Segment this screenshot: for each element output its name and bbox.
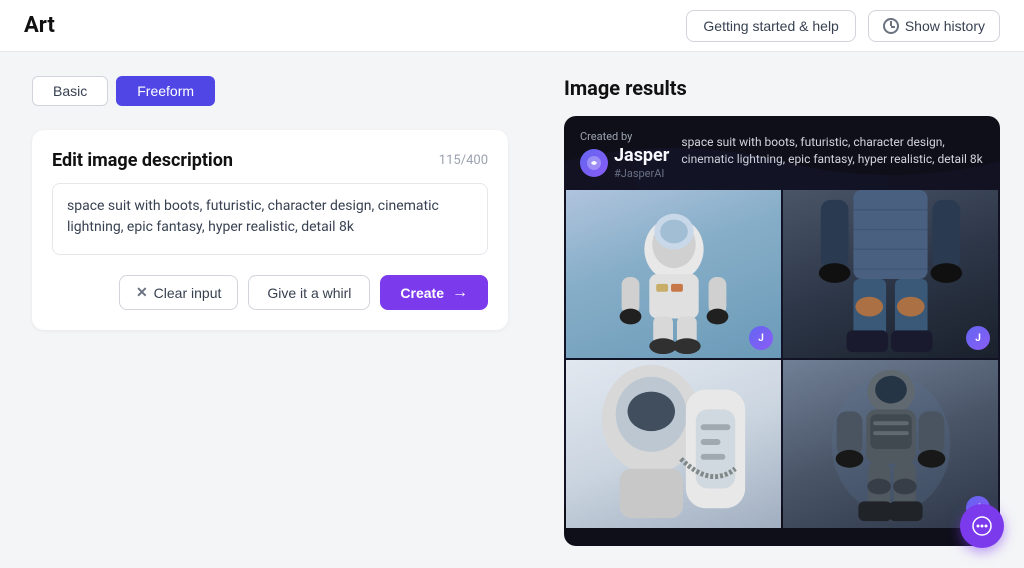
created-by-label: Created by — [580, 130, 669, 143]
x-icon: ✕ — [136, 284, 148, 301]
top-bar: Art Getting started & help Show history — [0, 0, 1024, 52]
tab-freeform[interactable]: Freeform — [116, 76, 215, 106]
right-panel: Image results Created by — [540, 52, 1024, 568]
image-cell-4: J — [783, 360, 998, 528]
chat-fab[interactable] — [960, 504, 1004, 548]
card-prompt-text: space suit with boots, futuristic, chara… — [681, 130, 984, 168]
create-button-label: Create — [400, 285, 444, 301]
main-layout: Basic Freeform Edit image description 11… — [0, 52, 1024, 568]
app-title: Art — [24, 13, 55, 38]
clock-icon — [883, 18, 899, 34]
char-count: 115/400 — [439, 153, 488, 168]
tabs-container: Basic Freeform — [32, 76, 508, 106]
jasper-branding: Jasper #JasperAI — [580, 145, 669, 180]
edit-header: Edit image description 115/400 — [52, 150, 488, 171]
description-textarea[interactable]: space suit with boots, futuristic, chara… — [52, 183, 488, 255]
image-cell-2: J — [783, 190, 998, 358]
card-header: Created by Jasper #JasperAI space suit w… — [564, 116, 1000, 190]
edit-section: Edit image description 115/400 space sui… — [32, 130, 508, 330]
jasper-badge-1: J — [749, 326, 773, 350]
jasper-name: Jasper — [614, 145, 669, 166]
image-grid: J — [564, 190, 1000, 530]
create-button[interactable]: Create → — [380, 275, 488, 310]
left-panel: Basic Freeform Edit image description 11… — [0, 52, 540, 568]
edit-title: Edit image description — [52, 150, 233, 171]
image-cell-1: J — [566, 190, 781, 358]
results-title: Image results — [564, 76, 1000, 100]
arrow-icon: → — [452, 284, 468, 302]
whirl-button[interactable]: Give it a whirl — [248, 275, 370, 310]
creator-info: Created by Jasper #JasperAI — [580, 130, 669, 180]
history-button[interactable]: Show history — [868, 10, 1000, 42]
clear-button[interactable]: ✕ Clear input — [119, 275, 238, 310]
jasper-badge-2: J — [966, 326, 990, 350]
results-card: Created by Jasper #JasperAI space suit w… — [564, 116, 1000, 546]
help-button[interactable]: Getting started & help — [686, 10, 855, 42]
jasper-handle: #JasperAI — [614, 167, 669, 180]
clear-button-label: Clear input — [154, 285, 222, 301]
history-button-label: Show history — [905, 18, 985, 34]
tab-basic[interactable]: Basic — [32, 76, 108, 106]
image-cell-3 — [566, 360, 781, 528]
top-bar-actions: Getting started & help Show history — [686, 10, 1000, 42]
action-buttons: ✕ Clear input Give it a whirl Create → — [52, 275, 488, 310]
jasper-logo — [580, 149, 608, 177]
